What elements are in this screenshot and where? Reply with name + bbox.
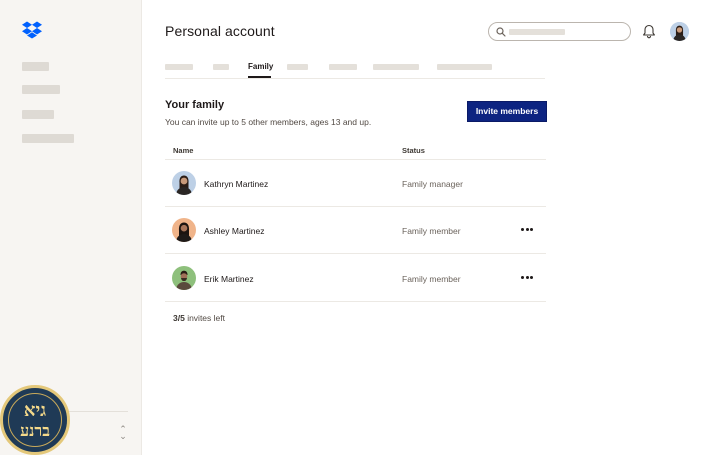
invite-members-button[interactable]: Invite members: [467, 101, 547, 122]
sidebar-item-2[interactable]: [22, 85, 60, 94]
avatar-image: [670, 22, 689, 41]
tab-2[interactable]: [213, 64, 229, 70]
more-horizontal-icon[interactable]: [520, 222, 534, 236]
invites-left-text: 3/5 invites left: [173, 313, 225, 323]
table-row[interactable]: Kathryn Martinez Family manager: [165, 160, 546, 207]
section-title: Your family: [165, 99, 225, 111]
tab-5[interactable]: [329, 64, 357, 70]
search-icon: [496, 27, 506, 37]
member-status: Family member: [402, 226, 461, 236]
avatar: [172, 171, 196, 195]
avatar: [172, 266, 196, 290]
badge-line-1: גיא: [23, 400, 47, 421]
section-subtitle: You can invite up to 5 other members, ag…: [165, 117, 372, 127]
member-name: Kathryn Martinez: [204, 179, 269, 189]
column-header-status: Status: [402, 146, 425, 155]
invites-suffix: invites left: [184, 313, 225, 323]
column-header-name: Name: [173, 146, 194, 155]
member-status: Family member: [402, 274, 461, 284]
avatar-image: [172, 266, 196, 290]
tab-1[interactable]: [165, 64, 193, 70]
badge-line-2: ברנע: [20, 421, 50, 440]
avatar-image: [172, 171, 196, 195]
bell-icon[interactable]: [642, 24, 656, 39]
account-avatar[interactable]: [670, 22, 689, 41]
invites-count: 3/5: [173, 313, 185, 323]
table-row[interactable]: Ashley Martinez Family member: [165, 207, 546, 254]
tab-family[interactable]: Family: [248, 62, 273, 71]
search-placeholder: [509, 29, 565, 35]
dropbox-logo-icon[interactable]: [22, 21, 42, 39]
search-input[interactable]: [488, 22, 631, 41]
tab-7[interactable]: [437, 64, 492, 70]
sidebar-item-1[interactable]: [22, 62, 49, 71]
tabs-divider: [165, 78, 545, 79]
table-row[interactable]: Erik Martinez Family member: [165, 255, 546, 302]
chevron-up-down-icon[interactable]: ⌃ ⌄: [118, 425, 128, 441]
member-name: Erik Martinez: [204, 274, 254, 284]
tab-6[interactable]: [373, 64, 419, 70]
watermark-badge: גיא ברנע: [0, 385, 70, 455]
avatar-image: [172, 218, 196, 242]
sidebar-item-3[interactable]: [22, 110, 54, 119]
sidebar-item-4[interactable]: [22, 134, 74, 143]
avatar: [172, 218, 196, 242]
more-horizontal-icon[interactable]: [520, 270, 534, 284]
tab-4[interactable]: [287, 64, 308, 70]
page-title: Personal account: [165, 23, 275, 39]
member-status: Family manager: [402, 179, 463, 189]
member-name: Ashley Martinez: [204, 226, 265, 236]
